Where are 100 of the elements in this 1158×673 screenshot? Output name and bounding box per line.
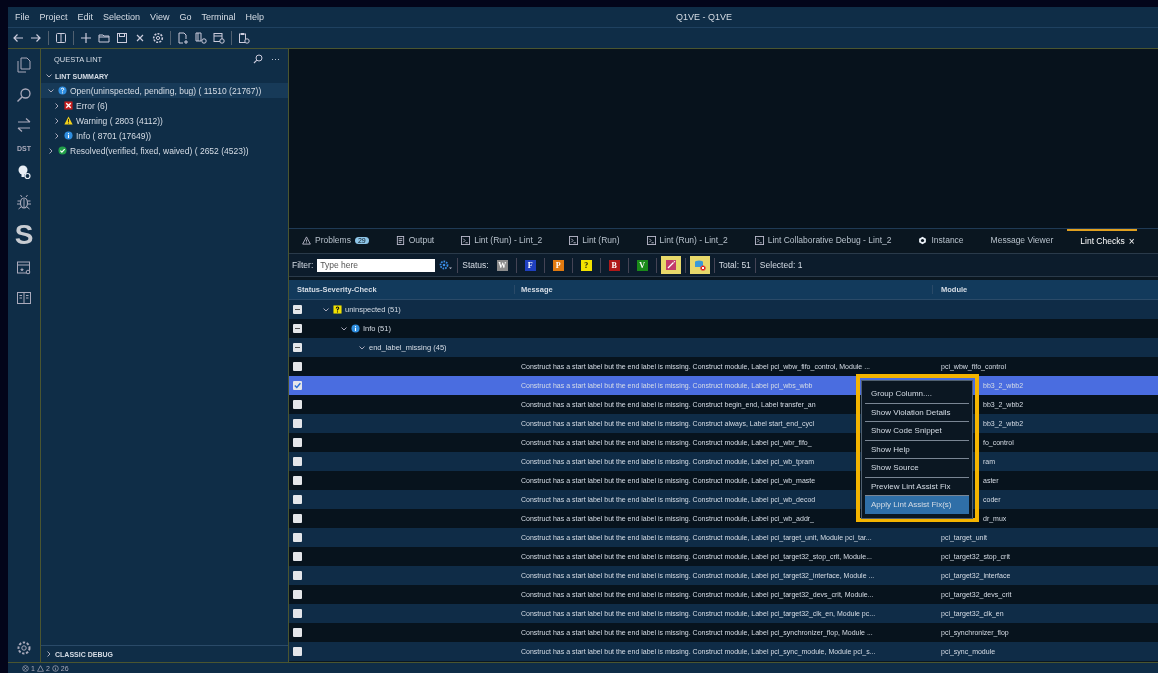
new-file-icon[interactable] <box>177 32 189 44</box>
settings-icon[interactable] <box>16 640 32 656</box>
panel-tab[interactable]: Lint Checks × <box>1067 229 1137 251</box>
swap-arrows-icon[interactable] <box>16 117 32 133</box>
folder-icon[interactable] <box>98 32 110 44</box>
chevron-right-icon[interactable] <box>47 146 55 155</box>
checkbox[interactable] <box>293 457 302 466</box>
wand-icon <box>664 259 677 271</box>
checkbox[interactable] <box>293 495 302 504</box>
status-filter-button[interactable]: ? <box>580 259 592 271</box>
back-arrow-icon[interactable] <box>12 32 24 44</box>
chevron-down-icon[interactable] <box>322 305 330 314</box>
chevron-right-icon[interactable] <box>53 101 61 110</box>
search-icon[interactable] <box>253 54 263 64</box>
menu-item[interactable]: Terminal <box>201 12 236 22</box>
plus-icon[interactable] <box>80 32 92 44</box>
menu-item[interactable]: Go <box>179 12 192 22</box>
tree-item[interactable]: Error (6) <box>41 98 288 113</box>
panel-tab[interactable]: Lint (Run) <box>556 229 634 251</box>
menu-item[interactable]: Help <box>245 12 264 22</box>
checkbox[interactable] <box>293 305 302 314</box>
more-actions-button[interactable]: ··· <box>271 54 280 64</box>
checkbox[interactable] <box>293 609 302 618</box>
settings-icon[interactable] <box>152 32 164 44</box>
clipboard-gear-icon[interactable] <box>238 32 250 44</box>
files-gear-icon[interactable] <box>195 32 207 44</box>
status-filter-button[interactable]: V <box>636 259 648 271</box>
menu-item[interactable]: Project <box>39 12 68 22</box>
info-icon[interactable] <box>51 664 59 672</box>
menu-item[interactable]: Group Column.... <box>865 385 969 404</box>
checkbox[interactable] <box>293 590 302 599</box>
menu-item[interactable]: File <box>15 12 30 22</box>
menu-item[interactable]: Show Source <box>865 459 969 478</box>
checkbox[interactable] <box>293 647 302 656</box>
checkbox[interactable] <box>293 343 302 352</box>
checkbox[interactable] <box>293 400 302 409</box>
split-view-icon[interactable] <box>55 32 67 44</box>
book-icon[interactable] <box>16 290 32 306</box>
checkbox[interactable] <box>293 419 302 428</box>
warning-icon <box>64 116 73 125</box>
checkbox[interactable] <box>293 381 302 390</box>
error-icon <box>64 101 73 110</box>
menu-item[interactable]: Show Violation Details <box>865 403 969 422</box>
terminal-icon <box>754 235 764 245</box>
checkbox[interactable] <box>293 628 302 637</box>
menu-item[interactable]: Selection <box>103 12 141 22</box>
menu-item[interactable]: View <box>150 12 170 22</box>
chevron-right-icon[interactable] <box>45 650 53 658</box>
database-x-icon <box>693 259 706 271</box>
checkbox[interactable] <box>293 362 302 371</box>
chevron-down-icon[interactable] <box>45 72 53 80</box>
lightbulb-gear-icon[interactable] <box>16 164 32 180</box>
toggle-button[interactable] <box>689 256 710 274</box>
window-title: Q1VE - Q1VE <box>676 12 733 22</box>
checkbox[interactable] <box>293 552 302 561</box>
terminal-icon <box>461 235 471 245</box>
menu-item[interactable]: Apply Lint Assist Fix(s) <box>865 496 969 514</box>
close-icon[interactable] <box>134 32 146 44</box>
tree-item[interactable]: Open(uninspected, pending, bug) ( 11510 (21767)) <box>41 83 288 98</box>
panel-tab[interactable]: Lint Collaborative Debug - Lint_2 <box>741 229 906 251</box>
tree-item[interactable]: Info ( 8701 (17649)) <box>41 128 288 143</box>
close-tab-button[interactable]: × <box>1128 235 1135 247</box>
checkbox[interactable] <box>293 514 302 523</box>
panel-tab[interactable]: Output <box>382 229 449 251</box>
settings-dropdown-icon[interactable] <box>439 260 454 270</box>
panel-tab[interactable]: Lint (Run) - Lint_2 <box>448 229 557 251</box>
checkbox[interactable] <box>293 533 302 542</box>
bug-icon[interactable] <box>16 194 32 210</box>
tree-item[interactable]: Resolved(verified, fixed, waived) ( 2652 (4523)) <box>41 143 288 158</box>
info-icon <box>64 131 73 140</box>
forward-arrow-icon[interactable] <box>30 32 42 44</box>
checkbox[interactable] <box>293 476 302 485</box>
warning-icon[interactable] <box>36 664 44 672</box>
instance-icon <box>918 235 928 245</box>
tree-item[interactable]: Warning ( 2803 (4112)) <box>41 113 288 128</box>
menu-item[interactable]: Show Help <box>865 440 969 459</box>
window-gear-icon[interactable] <box>213 32 225 44</box>
checkbox[interactable] <box>293 324 302 333</box>
error-icon[interactable] <box>22 664 29 672</box>
filter-field[interactable]: Type here <box>317 258 436 272</box>
checkbox[interactable] <box>293 438 302 447</box>
panel-tab[interactable]: Instance <box>905 229 978 251</box>
chevron-down-icon[interactable] <box>358 343 366 352</box>
chevron-down-icon[interactable] <box>47 86 55 95</box>
panel-tab[interactable]: Lint (Run) - Lint_2 <box>633 229 742 251</box>
s-logo[interactable]: S <box>14 224 34 246</box>
search-icon[interactable] <box>16 87 32 103</box>
chevron-right-icon[interactable] <box>53 116 61 125</box>
checkbox[interactable] <box>293 571 302 580</box>
toggle-button[interactable] <box>660 256 681 274</box>
status-filter-button[interactable]: F <box>524 259 536 271</box>
chevron-down-icon[interactable] <box>340 324 348 333</box>
menu-item[interactable]: Show Code Snippet <box>865 422 969 441</box>
terminal-icon <box>646 235 656 245</box>
status-filter-button[interactable]: B <box>608 259 620 271</box>
chevron-right-icon[interactable] <box>53 131 61 140</box>
files-icon[interactable] <box>16 57 32 73</box>
menu-item[interactable]: Edit <box>77 12 94 22</box>
save-icon[interactable] <box>116 32 128 44</box>
panel-tab[interactable]: Message Viewer <box>977 229 1068 251</box>
